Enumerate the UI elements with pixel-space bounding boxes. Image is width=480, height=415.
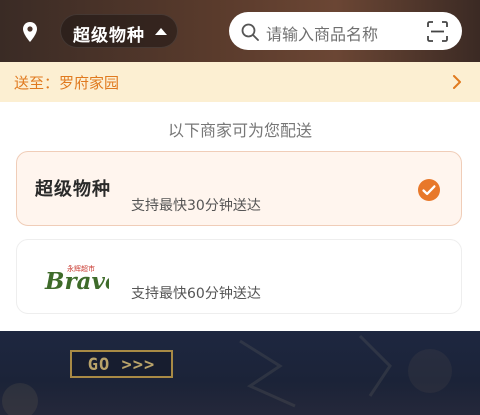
delivery-address: 送至：罗府家园 <box>14 74 120 92</box>
sheet-title: 以下商家可为您配送 <box>167 121 312 140</box>
store-delivery-time: 支持最快30分钟送达 <box>131 198 261 214</box>
top-bar: 超级物种 请输入商品名称 <box>0 0 480 62</box>
search-input[interactable]: 请输入商品名称 <box>229 12 462 50</box>
scan-icon[interactable] <box>427 21 448 42</box>
search-icon <box>241 23 259 41</box>
bravo-logo-subtext: 永辉超市 <box>67 264 95 273</box>
check-icon <box>418 179 440 201</box>
caret-up-icon <box>155 28 167 35</box>
store-switcher[interactable]: 超级物种 <box>60 14 178 48</box>
store-delivery-time: 支持最快60分钟送达 <box>131 286 261 302</box>
store-card-bravo[interactable]: Bravo 永辉超市 支持最快60分钟送达 <box>16 239 462 314</box>
delivery-address-bar[interactable]: 送至：罗府家园 <box>0 62 480 102</box>
go-label: GO >>> <box>87 355 156 375</box>
brand-name: 超级物种 <box>73 26 145 46</box>
store-card-chaojiwuzhong[interactable]: 超级物种 支持最快30分钟送达 <box>16 151 462 226</box>
search-placeholder: 请输入商品名称 <box>266 25 379 44</box>
go-button[interactable]: GO >>> <box>70 350 173 378</box>
store-logo-bravo: Bravo 永辉超市 <box>44 264 109 294</box>
location-pin-icon[interactable] <box>18 20 42 44</box>
chevron-right-icon <box>453 75 461 89</box>
store-logo-chaojiwuzhong: 超级物种 <box>35 179 111 200</box>
